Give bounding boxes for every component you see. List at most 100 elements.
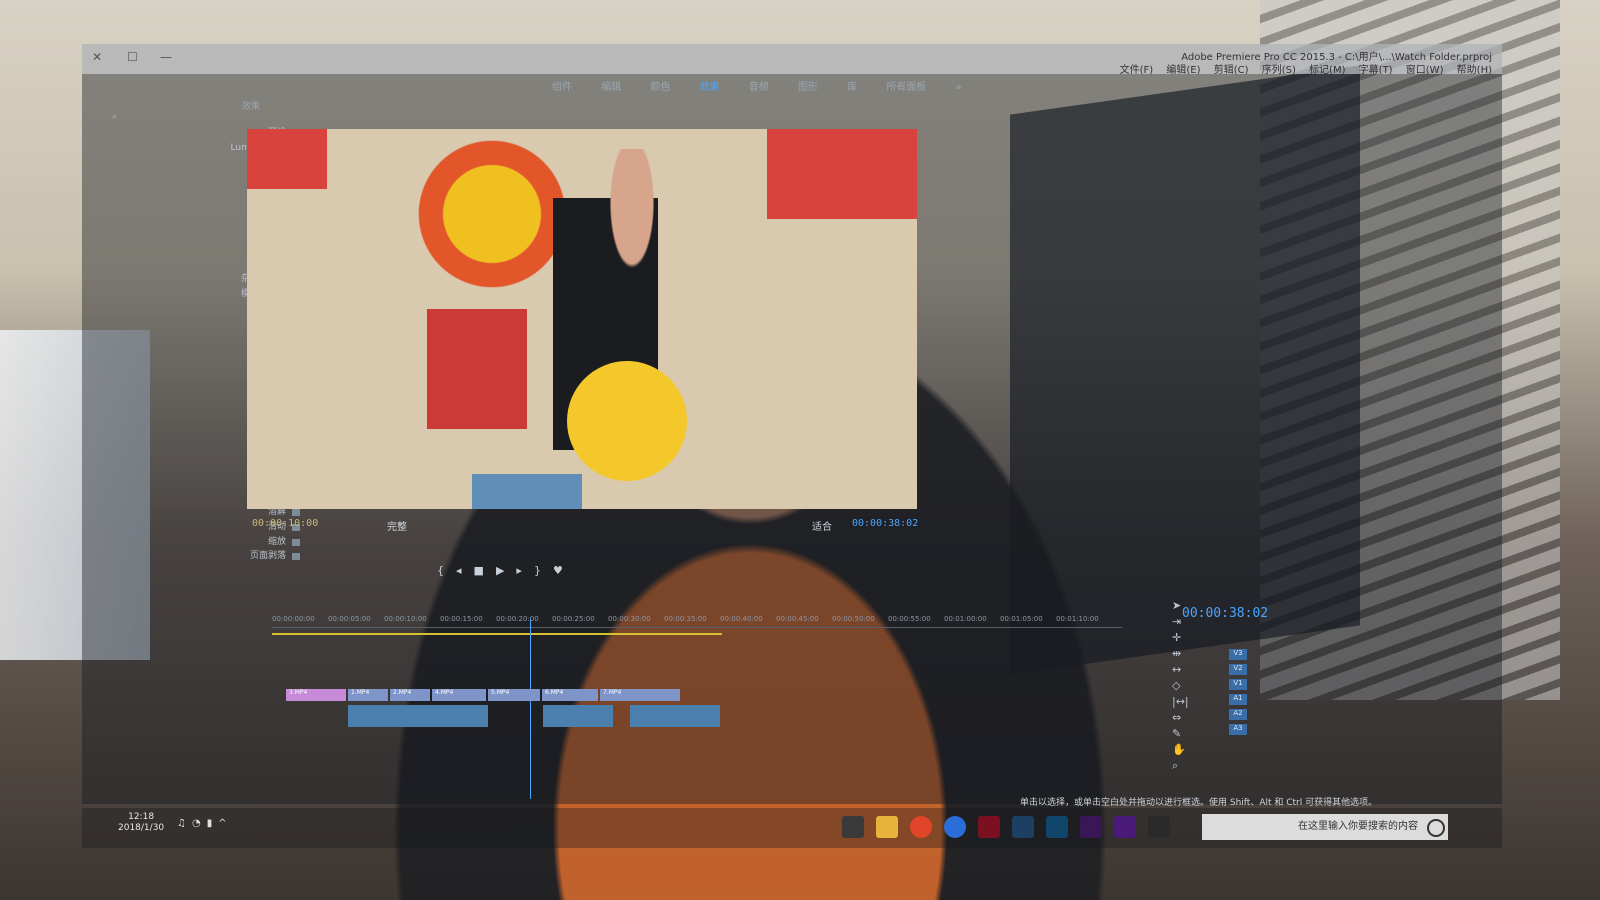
- ripple-edit-tool-icon[interactable]: ✛: [1172, 631, 1192, 647]
- program-timecode[interactable]: 00:00:38:02: [852, 518, 918, 529]
- workspace-tab[interactable]: 音频: [749, 82, 769, 93]
- close-icon[interactable]: ✕: [92, 50, 102, 64]
- step-back-icon[interactable]: ◂: [456, 564, 474, 577]
- pen-tool-icon[interactable]: ✎: [1172, 727, 1192, 743]
- video-clip[interactable]: 3.MP4: [286, 689, 346, 701]
- media-encoder-icon[interactable]: [1080, 816, 1102, 838]
- status-bar: 单击以选择，或单击空白处并拖动以进行框选。使用 Shift、Alt 和 Ctrl…: [1020, 798, 1378, 808]
- effects-item[interactable]: 缩放: [112, 535, 302, 550]
- effects-item[interactable]: 页面剥落: [112, 549, 302, 564]
- clock-time: 12:18: [128, 812, 155, 822]
- marker-icon[interactable]: ♥: [553, 564, 575, 577]
- battery-icon[interactable]: ▮: [207, 818, 219, 829]
- audio-clip[interactable]: [543, 705, 613, 727]
- maximize-icon[interactable]: ☐: [127, 50, 138, 64]
- play-icon[interactable]: ▶: [496, 564, 516, 577]
- rate-stretch-tool-icon[interactable]: ↔: [1172, 663, 1192, 679]
- video-clip[interactable]: 4.MP4: [432, 689, 486, 701]
- workspace-tab[interactable]: 组件: [552, 82, 572, 93]
- time-ruler[interactable]: 00:00:00:00 00:00:05:00 00:00:10:00 00:00:1…: [272, 615, 1122, 628]
- menu-help[interactable]: 帮助(H): [1457, 65, 1492, 76]
- workspace-tab[interactable]: 颜色: [650, 82, 670, 93]
- track-header: A1: [1147, 694, 1247, 709]
- app-icon[interactable]: [978, 816, 1000, 838]
- menu-edit[interactable]: 编辑(E): [1166, 65, 1200, 76]
- workspace-tab[interactable]: 图形: [798, 82, 818, 93]
- menu-marker[interactable]: 标记(M): [1309, 65, 1345, 76]
- video-door: [472, 474, 582, 509]
- workspace-tab-effects[interactable]: 效果: [700, 82, 720, 93]
- source-timecode[interactable]: 00:00:10:00: [252, 518, 318, 529]
- browser-icon[interactable]: [944, 816, 966, 838]
- video-clip[interactable]: 7.MP4: [600, 689, 680, 701]
- workspace-tab[interactable]: 库: [847, 82, 857, 93]
- video-clip[interactable]: 5.MP4: [488, 689, 540, 701]
- video-clip[interactable]: 6.MP4: [542, 689, 598, 701]
- workspace-tab[interactable]: 所有面板: [886, 82, 926, 93]
- razor-tool-icon[interactable]: ◇: [1172, 679, 1192, 695]
- task-view-icon[interactable]: [842, 816, 864, 838]
- work-area-bar[interactable]: [272, 633, 722, 635]
- menu-file[interactable]: 文件(F): [1120, 65, 1154, 76]
- fit-select[interactable]: 适合: [812, 518, 832, 533]
- program-monitor-frame: [247, 129, 917, 509]
- video-clip[interactable]: 2.MP4: [390, 689, 430, 701]
- wall-red-tile: [247, 129, 327, 189]
- premiere-icon[interactable]: [1114, 816, 1136, 838]
- menu-sequence[interactable]: 序列(S): [1262, 65, 1296, 76]
- ruler-tick-label: 00:00:20:00: [496, 615, 539, 623]
- mark-out-icon[interactable]: }: [534, 564, 553, 577]
- network-icon[interactable]: ◔: [192, 818, 207, 829]
- system-tray: ♫◔▮^: [177, 818, 233, 829]
- volume-icon[interactable]: ♫: [177, 818, 192, 829]
- track-header: V2: [1147, 664, 1247, 679]
- step-forward-icon[interactable]: ▸: [516, 564, 534, 577]
- minimize-icon[interactable]: —: [160, 50, 172, 64]
- stop-icon[interactable]: ■: [474, 564, 496, 577]
- menu-window[interactable]: 窗口(W): [1406, 65, 1444, 76]
- track-header: A3: [1147, 724, 1247, 739]
- video-clip[interactable]: 1.MP4: [348, 689, 388, 701]
- menu-clip[interactable]: 剪辑(C): [1214, 65, 1249, 76]
- slip-tool-icon[interactable]: |↔|: [1172, 695, 1192, 711]
- audio-clip[interactable]: [630, 705, 720, 727]
- workspace-tab[interactable]: 编辑: [601, 82, 621, 93]
- ruler-tick-label: 00:00:50:00: [832, 615, 875, 623]
- effects-panel-title: 效果: [242, 102, 261, 112]
- zoom-tool-icon[interactable]: ⌕: [1172, 759, 1192, 775]
- timeline-panel: 00:00:38:02 00:00:00:00 00:00:05:00 00:00:…: [272, 589, 1272, 799]
- cortana-icon[interactable]: [1427, 819, 1445, 837]
- track-label[interactable]: A1: [1229, 694, 1247, 705]
- track-label[interactable]: V2: [1229, 664, 1247, 675]
- app-icon[interactable]: [1148, 816, 1170, 838]
- selection-tool-icon[interactable]: ➤: [1172, 599, 1192, 615]
- file-explorer-icon[interactable]: [876, 816, 898, 838]
- workspace-more[interactable]: »: [956, 82, 962, 93]
- slide-tool-icon[interactable]: ⇔: [1172, 711, 1192, 727]
- track-label[interactable]: V1: [1229, 679, 1247, 690]
- menu-title[interactable]: 字幕(T): [1359, 65, 1393, 76]
- track-label[interactable]: A3: [1229, 724, 1247, 735]
- track-label[interactable]: V3: [1229, 649, 1247, 660]
- resolution-select[interactable]: 完整: [387, 518, 407, 533]
- clock-date: 2018/1/30: [118, 823, 165, 833]
- ruler-tick-label: 00:01:05:00: [1000, 615, 1043, 623]
- search-icon[interactable]: ⌕: [112, 112, 302, 126]
- chevron-up-icon[interactable]: ^: [218, 818, 232, 829]
- track-select-tool-icon[interactable]: ⇥: [1172, 615, 1192, 631]
- rolling-edit-tool-icon[interactable]: ⇹: [1172, 647, 1192, 663]
- track-header: V3: [1147, 649, 1247, 664]
- hand-tool-icon[interactable]: ✋: [1172, 743, 1192, 759]
- audio-clip[interactable]: [348, 705, 488, 727]
- track-label[interactable]: A2: [1229, 709, 1247, 720]
- track-header: V1: [1147, 679, 1247, 694]
- app-icon[interactable]: [1012, 816, 1034, 838]
- photoshop-icon[interactable]: [1046, 816, 1068, 838]
- chrome-icon[interactable]: [910, 816, 932, 838]
- track-header: A2: [1147, 709, 1247, 724]
- search-input[interactable]: 在这里输入你要搜索的内容: [1202, 814, 1448, 840]
- taskbar-clock[interactable]: 12:18 2018/1/30: [118, 812, 164, 834]
- playhead[interactable]: [530, 619, 531, 799]
- mark-in-icon[interactable]: {: [437, 564, 456, 577]
- timeline-timecode[interactable]: 00:00:38:02: [1182, 606, 1268, 621]
